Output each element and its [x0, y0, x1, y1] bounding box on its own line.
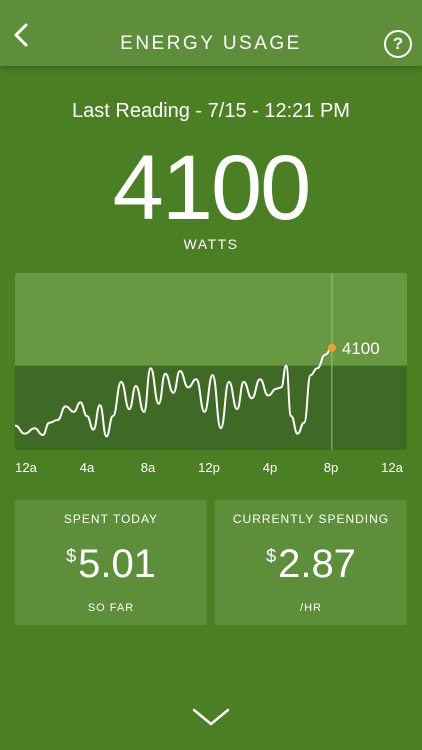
time-axis-label: 12a [15, 460, 37, 475]
spent-today-amount: $5.01 [15, 542, 207, 587]
page-title: ENERGY USAGE [120, 33, 302, 54]
currency-symbol: $ [266, 546, 277, 566]
last-reading-text: Last Reading - 7/15 - 12:21 PM [72, 100, 350, 122]
time-axis-label: 8a [140, 460, 156, 475]
energy-usage-chart[interactable]: 4100 [15, 273, 407, 450]
spent-today-subtitle: SO FAR [87, 602, 135, 614]
chart-time-axis: 12a 4a 8a 12p 4p 8p 12a [0, 460, 422, 480]
spent-today-title: SPENT TODAY [63, 512, 159, 526]
time-axis-label: 4p [262, 460, 278, 475]
spent-today-value: 5.01 [78, 542, 156, 586]
current-power-value: 4100 [112, 137, 312, 239]
usage-chart-svg: 4100 [15, 273, 407, 450]
currency-symbol: $ [66, 546, 77, 566]
expand-button[interactable] [191, 706, 231, 728]
currently-spending-subtitle: /HR [300, 602, 322, 614]
help-icon: ? [392, 34, 404, 53]
time-axis-label: 12p [198, 460, 220, 475]
time-axis-label: 4a [79, 460, 95, 475]
currently-spending-card[interactable]: CURRENTLY SPENDING $2.87 /HR [215, 500, 407, 625]
current-reading-label: 4100 [342, 339, 380, 358]
current-reading-marker [327, 343, 336, 352]
time-axis-label: 12a [381, 460, 403, 475]
power-unit-label: WATTS [183, 236, 239, 252]
currently-spending-value: 2.87 [278, 542, 356, 586]
time-axis-label: 8p [323, 460, 339, 475]
chevron-down-icon [192, 708, 230, 726]
currently-spending-title: CURRENTLY SPENDING [232, 512, 390, 526]
app-header: ENERGY USAGE ? [0, 0, 422, 66]
spent-today-card[interactable]: SPENT TODAY $5.01 SO FAR [15, 500, 207, 625]
help-button[interactable]: ? [384, 30, 412, 58]
currently-spending-amount: $2.87 [215, 542, 407, 587]
